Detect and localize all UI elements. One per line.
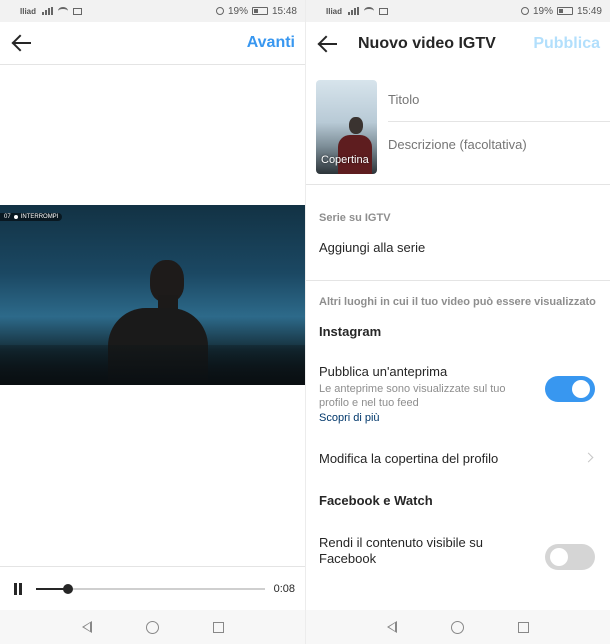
field-divider	[388, 121, 610, 122]
status-bar: Iliad 19% 15:49	[306, 0, 610, 22]
circle-home-icon[interactable]	[451, 620, 464, 634]
clock: 15:48	[271, 5, 297, 17]
clock: 15:49	[576, 5, 602, 17]
add-to-series-row[interactable]: Aggiungi alla serie	[319, 240, 425, 255]
back-arrow-icon[interactable]	[10, 31, 34, 55]
publish-button[interactable]: Pubblica	[533, 35, 600, 53]
facebook-visibility-label: Rendi il contenuto visibile su Facebook	[319, 535, 484, 566]
mail-icon	[73, 7, 83, 15]
square-recent-icon[interactable]	[212, 621, 224, 633]
video-preview[interactable]: 07 INTERROMPI	[0, 205, 305, 385]
wifi-icon	[364, 7, 375, 15]
top-bar: Avanti	[0, 22, 305, 65]
back-arrow-icon[interactable]	[316, 32, 340, 56]
top-bar: Nuovo video IGTV Pubblica	[306, 22, 610, 65]
wifi-icon	[58, 7, 69, 15]
preview-description: Le anteprime sono visualizzate sul tuo p…	[319, 383, 506, 409]
facebook-toggle[interactable]	[545, 544, 595, 570]
carrier-label: Iliad	[20, 6, 37, 16]
cover-label: Copertina	[321, 154, 369, 166]
next-button[interactable]: Avanti	[247, 34, 295, 52]
badge-text: INTERROMPI	[20, 214, 59, 220]
learn-more-link[interactable]: Scopri di più	[319, 412, 380, 424]
description-input[interactable]	[388, 135, 610, 153]
recording-badge: 07 INTERROMPI	[0, 213, 63, 221]
scrubber-handle[interactable]	[63, 583, 73, 594]
new-igtv-video-screen: Iliad 19% 15:49 Nuovo video IGTV Pubblic…	[305, 0, 610, 644]
triangle-back-icon[interactable]	[387, 621, 397, 633]
facebook-heading: Facebook e Watch	[319, 493, 433, 508]
preview-title: Pubblica un'anteprima	[319, 364, 448, 379]
cover-thumbnail[interactable]: Copertina	[316, 80, 377, 174]
android-nav-bar	[0, 610, 305, 644]
triangle-back-icon[interactable]	[81, 621, 92, 633]
other-places-label: Altri luoghi in cui il tuo video può ess…	[319, 296, 596, 308]
square-recent-icon[interactable]	[518, 621, 529, 633]
signal-icon	[348, 7, 360, 15]
battery-icon	[556, 7, 573, 15]
scrubber[interactable]	[36, 583, 265, 594]
battery-percent: 19%	[532, 5, 553, 17]
carrier-label: Iliad	[326, 6, 343, 16]
status-bar: Iliad 19% 15:48	[0, 0, 305, 22]
circle-home-icon[interactable]	[145, 620, 159, 634]
edit-profile-cover-row[interactable]: Modifica la copertina del profilo	[319, 451, 498, 466]
toggle-knob	[550, 548, 568, 566]
cover-subject-head	[349, 117, 363, 134]
preview-toggle[interactable]	[545, 376, 595, 402]
alarm-icon	[215, 7, 224, 15]
signal-icon	[42, 7, 54, 15]
alarm-icon	[520, 7, 529, 15]
page-title: Nuovo video IGTV	[358, 34, 496, 52]
toggle-knob	[572, 380, 590, 398]
mail-icon	[379, 7, 389, 15]
android-nav-bar	[306, 610, 610, 644]
title-input[interactable]	[388, 90, 610, 108]
video-ground	[0, 345, 305, 385]
playback-time: 0:08	[273, 582, 295, 595]
video-details-form: Copertina	[306, 65, 610, 185]
battery-icon	[251, 7, 268, 15]
pause-icon[interactable]	[12, 582, 24, 595]
chevron-right-icon	[583, 452, 594, 463]
record-dot-icon	[13, 215, 18, 219]
divider	[306, 280, 610, 281]
badge-timecode: 07	[4, 214, 11, 220]
battery-percent: 19%	[227, 5, 248, 17]
video-editor-screen: Iliad 19% 15:48 Avanti 07 INTERROMPI 0:0…	[0, 0, 305, 644]
instagram-heading: Instagram	[319, 324, 382, 339]
player-controls: 0:08	[0, 566, 305, 610]
series-section-label: Serie su IGTV	[319, 212, 391, 224]
